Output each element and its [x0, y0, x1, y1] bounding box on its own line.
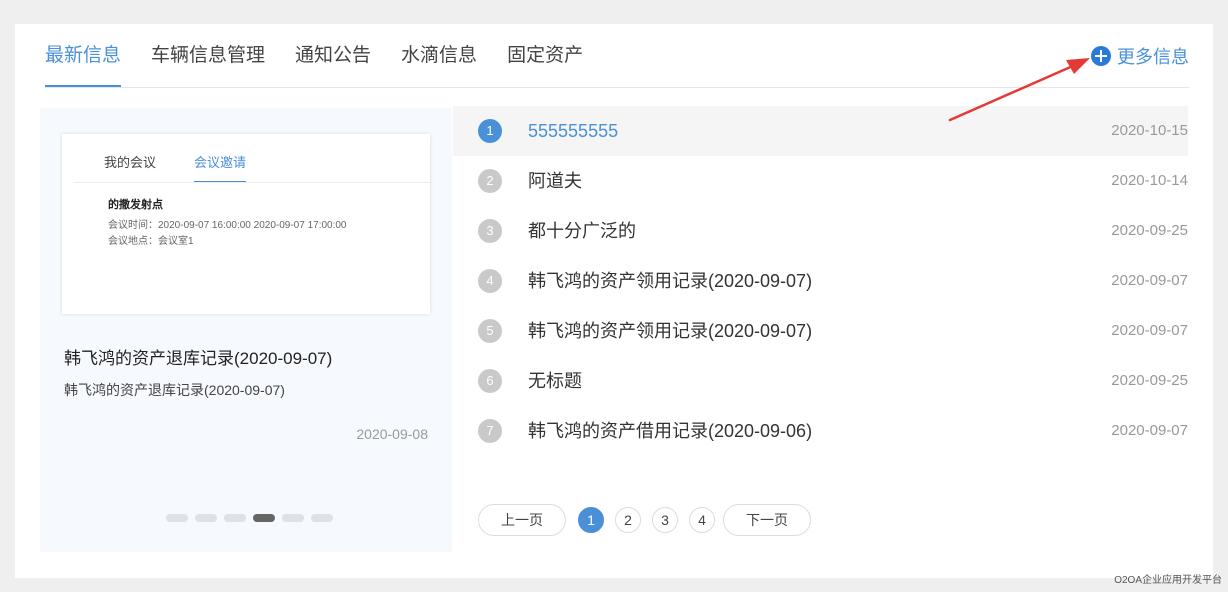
- pagination: 上一页 1 2 3 4 下一页: [478, 504, 811, 536]
- list-item[interactable]: 4 韩飞鸿的资产领用记录(2020-09-07) 2020-09-07: [453, 256, 1188, 306]
- item-date: 2020-09-07: [1111, 322, 1188, 339]
- featured-date: 2020-09-08: [356, 426, 428, 442]
- list-item[interactable]: 5 韩飞鸿的资产领用记录(2020-09-07) 2020-09-07: [453, 306, 1188, 356]
- preview-tabs: 我的会议 会议邀请: [104, 152, 284, 183]
- list-item[interactable]: 3 都十分广泛的 2020-09-25: [453, 206, 1188, 256]
- preview-tab-my-meetings: 我的会议: [104, 155, 157, 170]
- featured-card[interactable]: 我的会议 会议邀请 的撒发射点 会议时间：2020-09-07 16:00:00…: [40, 108, 452, 552]
- list-item[interactable]: 7 韩飞鸿的资产借用记录(2020-09-06) 2020-09-07: [453, 406, 1188, 456]
- carousel-dot-1[interactable]: [166, 514, 188, 522]
- item-date: 2020-10-14: [1111, 172, 1188, 189]
- prev-page-button[interactable]: 上一页: [478, 504, 566, 536]
- watermark: O2OA企业应用开发平台: [1114, 575, 1222, 586]
- list-item[interactable]: 1 555555555 2020-10-15: [453, 106, 1188, 156]
- featured-image: 我的会议 会议邀请 的撒发射点 会议时间：2020-09-07 16:00:00…: [62, 134, 430, 314]
- featured-title[interactable]: 韩飞鸿的资产退库记录(2020-09-07): [64, 344, 332, 369]
- featured-subtitle: 韩飞鸿的资产退库记录(2020-09-07): [64, 382, 285, 398]
- carousel-dot-5[interactable]: [282, 514, 304, 522]
- preview-meeting-title: 的撒发射点: [108, 199, 163, 211]
- next-page-button[interactable]: 下一页: [723, 504, 811, 536]
- preview-meeting-time: 会议时间：2020-09-07 16:00:00 2020-09-07 17:0…: [108, 220, 347, 231]
- tab-notice[interactable]: 通知公告: [295, 24, 371, 88]
- news-panel: 最新信息 车辆信息管理 通知公告 水滴信息 固定资产 更多信息 我的会议 会议邀…: [15, 24, 1213, 578]
- carousel-dot-3[interactable]: [224, 514, 246, 522]
- page-button-4[interactable]: 4: [689, 507, 715, 533]
- item-date: 2020-09-25: [1111, 222, 1188, 239]
- page-button-1[interactable]: 1: [578, 507, 604, 533]
- item-title[interactable]: 无标题: [528, 356, 582, 406]
- item-date: 2020-09-07: [1111, 422, 1188, 439]
- carousel-dot-6[interactable]: [311, 514, 333, 522]
- item-number-badge: 2: [478, 169, 502, 193]
- more-info-label: 更多信息: [1117, 47, 1189, 67]
- tab-divider: [45, 87, 1189, 88]
- item-number-badge: 3: [478, 219, 502, 243]
- item-date: 2020-09-07: [1111, 272, 1188, 289]
- news-list: 1 555555555 2020-10-15 2 阿道夫 2020-10-14 …: [453, 106, 1188, 456]
- plus-circle-icon: [1091, 46, 1111, 66]
- carousel-dots: [166, 514, 340, 522]
- preview-tab-invitations: 会议邀请: [194, 152, 247, 183]
- preview-divider: [74, 182, 430, 183]
- tab-waterdrop[interactable]: 水滴信息: [401, 24, 477, 88]
- list-item[interactable]: 6 无标题 2020-09-25: [453, 356, 1188, 406]
- item-title[interactable]: 555555555: [528, 106, 618, 156]
- tab-bar: 最新信息 车辆信息管理 通知公告 水滴信息 固定资产: [45, 24, 613, 88]
- tab-assets[interactable]: 固定资产: [507, 24, 583, 88]
- item-number-badge: 7: [478, 419, 502, 443]
- item-title[interactable]: 阿道夫: [528, 156, 582, 206]
- item-number-badge: 5: [478, 319, 502, 343]
- item-title[interactable]: 韩飞鸿的资产借用记录(2020-09-06): [528, 406, 812, 456]
- more-info-link[interactable]: 更多信息: [1091, 44, 1189, 68]
- item-number-badge: 4: [478, 269, 502, 293]
- tab-latest[interactable]: 最新信息: [45, 24, 122, 88]
- item-title[interactable]: 韩飞鸿的资产领用记录(2020-09-07): [528, 256, 812, 306]
- item-date: 2020-09-25: [1111, 372, 1188, 389]
- item-title[interactable]: 韩飞鸿的资产领用记录(2020-09-07): [528, 306, 812, 356]
- item-date: 2020-10-15: [1111, 122, 1188, 139]
- carousel-dot-4[interactable]: [253, 514, 275, 522]
- item-title[interactable]: 都十分广泛的: [528, 206, 636, 256]
- item-number-badge: 6: [478, 369, 502, 393]
- page-button-2[interactable]: 2: [615, 507, 641, 533]
- item-number-badge: 1: [478, 119, 502, 143]
- carousel-dot-2[interactable]: [195, 514, 217, 522]
- tab-vehicle[interactable]: 车辆信息管理: [151, 24, 265, 88]
- page-button-3[interactable]: 3: [652, 507, 678, 533]
- preview-meeting-place: 会议地点：会议室1: [108, 236, 194, 247]
- list-item[interactable]: 2 阿道夫 2020-10-14: [453, 156, 1188, 206]
